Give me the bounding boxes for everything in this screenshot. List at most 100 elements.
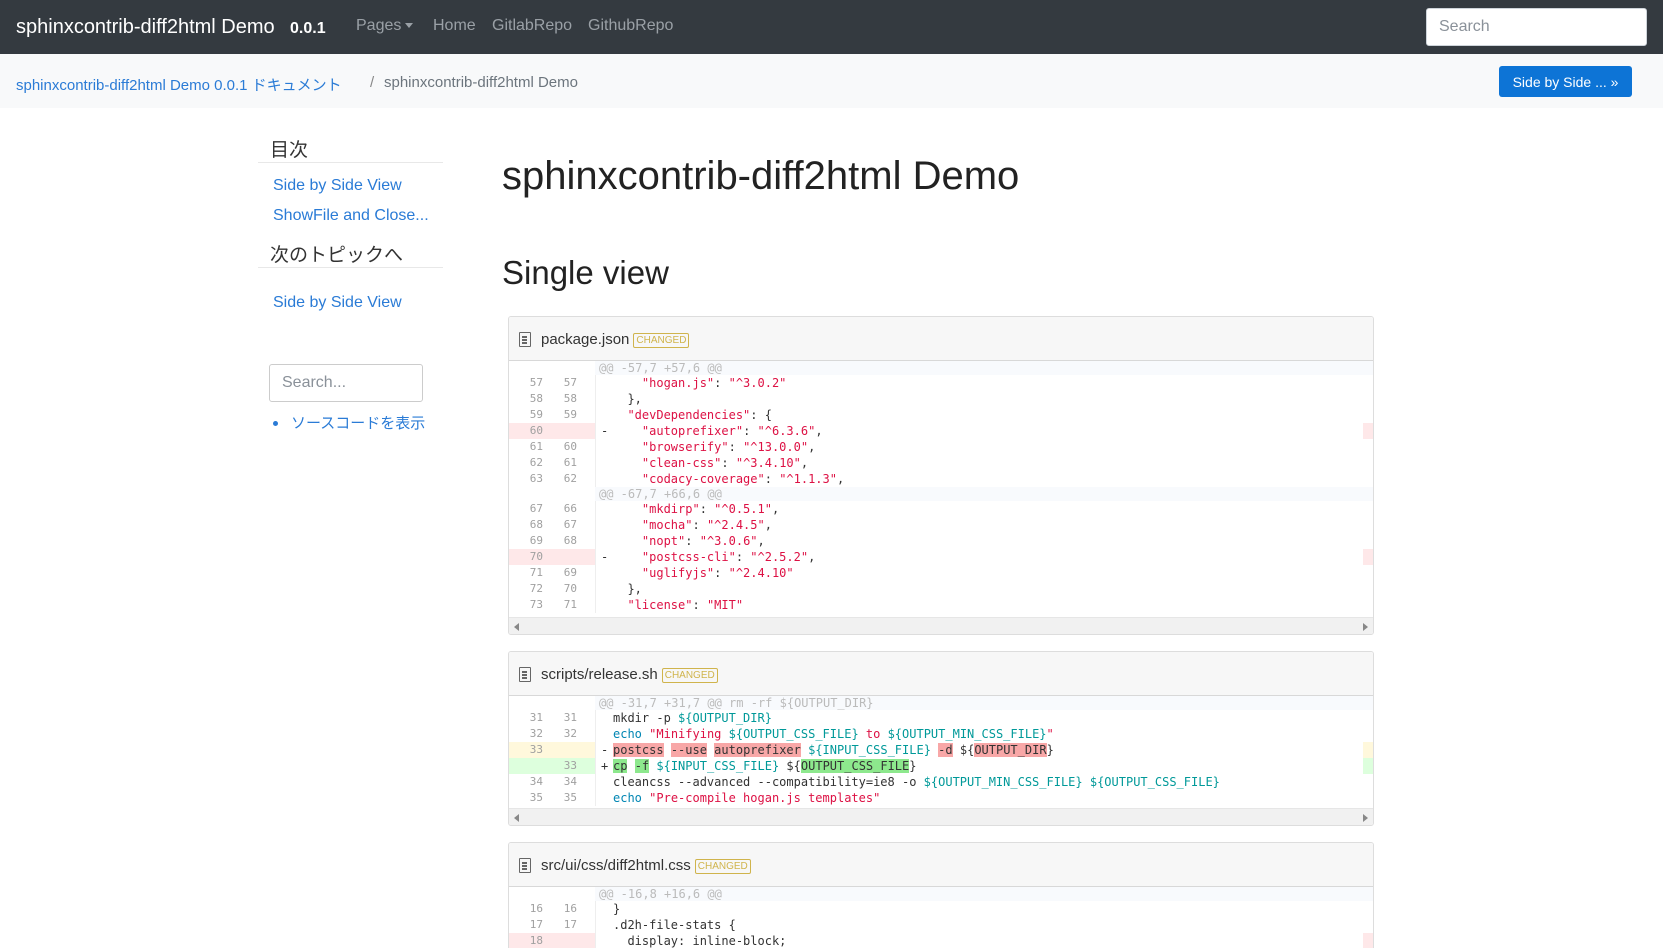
file-name[interactable]: package.json (541, 331, 629, 348)
code-token: , (836, 472, 845, 486)
diff-sign: + (601, 759, 609, 773)
gutter-divider (595, 533, 596, 549)
old-line-number: 71 (529, 566, 543, 579)
code-token: -f (634, 759, 650, 773)
gutter-divider (595, 439, 596, 455)
toc-item-side-by-side[interactable]: Side by Side View (273, 177, 402, 195)
brand-title[interactable]: sphinxcontrib-diff2html Demo (16, 16, 275, 39)
top-navbar: sphinxcontrib-diff2html Demo 0.0.1 Pages… (0, 0, 1663, 54)
toc-item-showfile[interactable]: ShowFile and Close... (273, 207, 429, 225)
next-topic-link[interactable]: Side by Side View (273, 294, 402, 312)
scroll-left-icon[interactable] (514, 623, 519, 631)
gutter-divider (595, 565, 596, 581)
sidebar-search-input[interactable] (269, 364, 423, 402)
breadcrumb-root-link[interactable]: sphinxcontrib-diff2html Demo 0.0.1 ドキュメン… (16, 74, 342, 95)
diff-line: 16 16} (509, 901, 1373, 917)
diff-sign: - (601, 550, 609, 564)
gutter-divider (595, 597, 596, 613)
code-token: --use (670, 743, 707, 757)
file-icon (519, 858, 531, 873)
horizontal-scrollbar[interactable] (509, 808, 1373, 825)
old-line-number: 67 (529, 502, 543, 515)
diff-line: 73 71 "license": "MIT" (509, 597, 1373, 613)
new-line-number: 57 (563, 376, 577, 389)
code-token: "^13.0.0" (743, 440, 809, 454)
file-name[interactable]: scripts/release.sh (541, 666, 658, 683)
code-token: "MIT" (706, 598, 744, 612)
code-token: cp (613, 759, 628, 773)
scroll-right-icon[interactable] (1363, 814, 1368, 822)
new-line-number: 34 (563, 775, 577, 788)
diff-line: 68 67 "mocha": "^2.4.5", (509, 517, 1373, 533)
horizontal-scrollbar[interactable] (509, 617, 1373, 634)
code-token: " (1046, 727, 1054, 741)
diff-sign: - (601, 424, 609, 438)
line-gutter (509, 887, 595, 901)
divider (258, 162, 443, 163)
code-token: "^2.4.5" (706, 518, 765, 532)
file-header: scripts/release.sh CHANGED (509, 652, 1373, 696)
code-token: ${ (952, 743, 975, 757)
nav-pages-dropdown[interactable]: Pages (356, 17, 414, 35)
code-token: , (815, 424, 823, 438)
code-text: } (613, 901, 620, 917)
code-token: , (771, 502, 780, 516)
nav-github-repo[interactable]: GithubRepo (588, 17, 673, 35)
code-token: ${ (779, 759, 801, 773)
code-token: "mkdirp" (641, 502, 700, 516)
file-name[interactable]: src/ui/css/diff2html.css (541, 857, 691, 874)
code-token: -d (938, 743, 953, 757)
diff-line: 34 34 cleancss --advanced --compatibility=… (509, 774, 1373, 790)
code-token: : (692, 598, 707, 612)
code-text: cp -f ${INPUT_CSS_FILE} ${OUTPUT_CSS_FIL… (613, 758, 917, 774)
diff-line: 69 68 "nopt": "^3.0.6", (509, 533, 1373, 549)
code-text: "browserify": "^13.0.0", (613, 439, 815, 455)
file-icon (519, 332, 531, 347)
nav-home[interactable]: Home (433, 17, 476, 35)
code-text: .d2h-file-stats { (613, 917, 736, 933)
line-gutter (509, 487, 595, 501)
new-line-number: 70 (563, 582, 577, 595)
new-line-number: 35 (563, 791, 577, 804)
code-token: , (764, 518, 772, 532)
code-token: }, (613, 582, 642, 596)
code-token: "uglifyjs" (641, 566, 715, 580)
old-line-number: 57 (529, 376, 543, 389)
code-token: "^3.4.10" (735, 456, 801, 470)
view-source-link[interactable]: ソースコードを表示 (291, 412, 425, 433)
code-token: : (764, 472, 780, 486)
old-line-number: 17 (529, 918, 543, 931)
code-token: "^1.1.3" (779, 472, 837, 486)
diff-body: @@ -57,7 +57,6 @@ 57 57 "hogan.js": "^3.0.… (509, 361, 1373, 634)
diff-line: 17 17 .d2h-file-stats { (509, 917, 1373, 933)
code-token: : (685, 534, 700, 548)
code-token: "license" (627, 598, 693, 612)
gutter-divider (595, 375, 596, 391)
code-token: ${INPUT_CSS_FILE} (656, 759, 780, 773)
breadcrumb: sphinxcontrib-diff2html Demo 0.0.1 ドキュメン… (0, 54, 1663, 108)
code-token: ${OUTPUT_DIR} (678, 711, 772, 725)
scroll-left-icon[interactable] (514, 814, 519, 822)
breadcrumb-current: sphinxcontrib-diff2html Demo (384, 74, 578, 91)
side-by-side-next-button[interactable]: Side by Side ... » (1499, 66, 1632, 97)
diff-line: 59 59 "devDependencies": { (509, 407, 1373, 423)
diff-line: 18 display: inline-block; (509, 933, 1373, 948)
code-token: ${OUTPUT_MIN_CSS_FILE} (923, 775, 1083, 789)
hunk-text: @@ -67,7 +66,6 @@ (599, 487, 722, 501)
gutter-divider (595, 790, 596, 806)
gutter-divider (595, 901, 596, 917)
navbar-search-input[interactable] (1426, 8, 1647, 46)
code-token: echo (613, 791, 642, 805)
scroll-right-icon[interactable] (1363, 623, 1368, 631)
code-text: }, (613, 581, 642, 597)
gutter-divider (595, 933, 596, 948)
diff-line: 61 60 "browserify": "^13.0.0", (509, 439, 1373, 455)
nav-gitlab-repo[interactable]: GitlabRepo (492, 17, 572, 35)
